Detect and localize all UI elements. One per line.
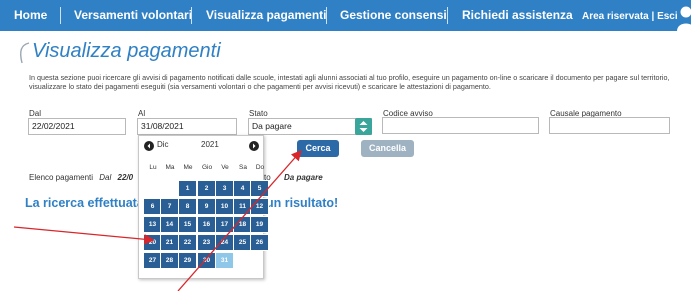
calendar-day[interactable]: 24 xyxy=(215,234,234,251)
al-label: Al xyxy=(138,109,146,118)
area-riservata-link[interactable]: Area riservata | Esci xyxy=(582,0,678,31)
weekday-header: Ve xyxy=(221,164,229,171)
stato-select[interactable]: Da pagare xyxy=(248,118,372,135)
datepicker-popup: Dic 2021 Lu Ma Me Gio Ve Sa Do 1 2 3 4 5 6 7 8 9 10 11 12 1… xyxy=(138,135,269,279)
weekday-header: Do xyxy=(255,164,265,171)
user-icon[interactable] xyxy=(676,5,691,31)
calendar-day[interactable]: 29 xyxy=(178,252,197,269)
calendar-day[interactable]: 28 xyxy=(160,252,179,269)
calendar-day[interactable]: 8 xyxy=(178,198,197,215)
updown-arrows-icon xyxy=(359,121,368,132)
calendar-day[interactable]: 10 xyxy=(215,198,234,215)
page-title: Visualizza pagamenti xyxy=(32,40,221,62)
dal-label: Dal xyxy=(29,109,42,118)
calendar-day[interactable]: 17 xyxy=(215,216,234,233)
cancella-button[interactable]: Cancella xyxy=(361,140,414,157)
title-decoration-icon xyxy=(20,42,30,64)
nav-gestione-consensi[interactable]: Gestione consensi xyxy=(340,0,447,31)
top-navigation-bar: Home Versamenti volontari Visualizza pag… xyxy=(0,0,691,31)
nav-home[interactable]: Home xyxy=(14,0,47,31)
elenco-label: Elenco pagamenti xyxy=(29,173,94,182)
page-intro-text: In questa sezione puoi ricercare gli avv… xyxy=(29,73,670,91)
calendar-day[interactable]: 26 xyxy=(250,234,269,251)
weekday-header: Ma xyxy=(165,164,175,171)
calendar-day[interactable]: 9 xyxy=(197,198,216,215)
codice-avviso-input[interactable] xyxy=(382,117,539,134)
elenco-dal-value: 22/0 xyxy=(117,173,134,182)
select-toggle[interactable] xyxy=(355,118,372,135)
weekday-header: Gio xyxy=(201,164,213,171)
calendar-day[interactable]: 16 xyxy=(197,216,216,233)
calendar-day[interactable]: 23 xyxy=(197,234,216,251)
datepicker-month[interactable]: Dic xyxy=(157,140,169,149)
calendar-day[interactable]: 19 xyxy=(250,216,269,233)
stato-label: Stato xyxy=(249,109,268,118)
prev-month-icon[interactable] xyxy=(144,141,154,151)
calendar-day[interactable]: 3 xyxy=(215,180,234,197)
nav-richiedi-assistenza[interactable]: Richiedi assistenza xyxy=(462,0,573,31)
calendar-day[interactable]: 21 xyxy=(160,234,179,251)
calendar-day[interactable]: 12 xyxy=(250,198,269,215)
calendar-day[interactable]: 22 xyxy=(178,234,197,251)
cerca-button[interactable]: Cerca xyxy=(297,140,339,157)
nav-separator xyxy=(326,7,327,24)
datepicker-year[interactable]: 2021 xyxy=(201,140,219,149)
calendar-day[interactable]: 31 xyxy=(215,252,234,269)
calendar-day[interactable]: 30 xyxy=(197,252,216,269)
calendar-day[interactable]: 7 xyxy=(160,198,179,215)
datepicker-header: Dic 2021 xyxy=(139,139,265,153)
calendar-day[interactable]: 2 xyxy=(197,180,216,197)
nav-visualizza-pagamenti[interactable]: Visualizza pagamenti xyxy=(206,0,327,31)
no-result-message-end: un risultato! xyxy=(266,196,339,210)
dal-date-input[interactable]: 22/02/2021 xyxy=(28,118,126,135)
nav-separator xyxy=(447,7,448,24)
calendar-day[interactable]: 15 xyxy=(178,216,197,233)
next-month-icon[interactable] xyxy=(249,141,259,151)
causale-pagamento-input[interactable] xyxy=(549,117,670,134)
annotation-arrow-day xyxy=(13,226,155,245)
nav-separator xyxy=(191,7,192,24)
nav-separator xyxy=(60,7,61,24)
elenco-stato-value: Da pagare xyxy=(284,173,323,182)
nav-versamenti-volontari[interactable]: Versamenti volontari xyxy=(74,0,192,31)
no-result-message-start: La ricerca effettuata xyxy=(25,196,144,210)
elenco-pagamenti-summary: Elenco pagamenti Dal 22/0 xyxy=(29,173,133,182)
stato-selected-value: Da pagare xyxy=(252,121,292,131)
calendar-day[interactable]: 1 xyxy=(178,180,197,197)
calendar-day[interactable]: 5 xyxy=(250,180,269,197)
calendar-day[interactable]: 14 xyxy=(160,216,179,233)
elenco-dal-word: Dal xyxy=(99,173,112,182)
al-date-input[interactable]: 31/08/2021 xyxy=(137,118,237,135)
weekday-header: Me xyxy=(183,164,193,171)
